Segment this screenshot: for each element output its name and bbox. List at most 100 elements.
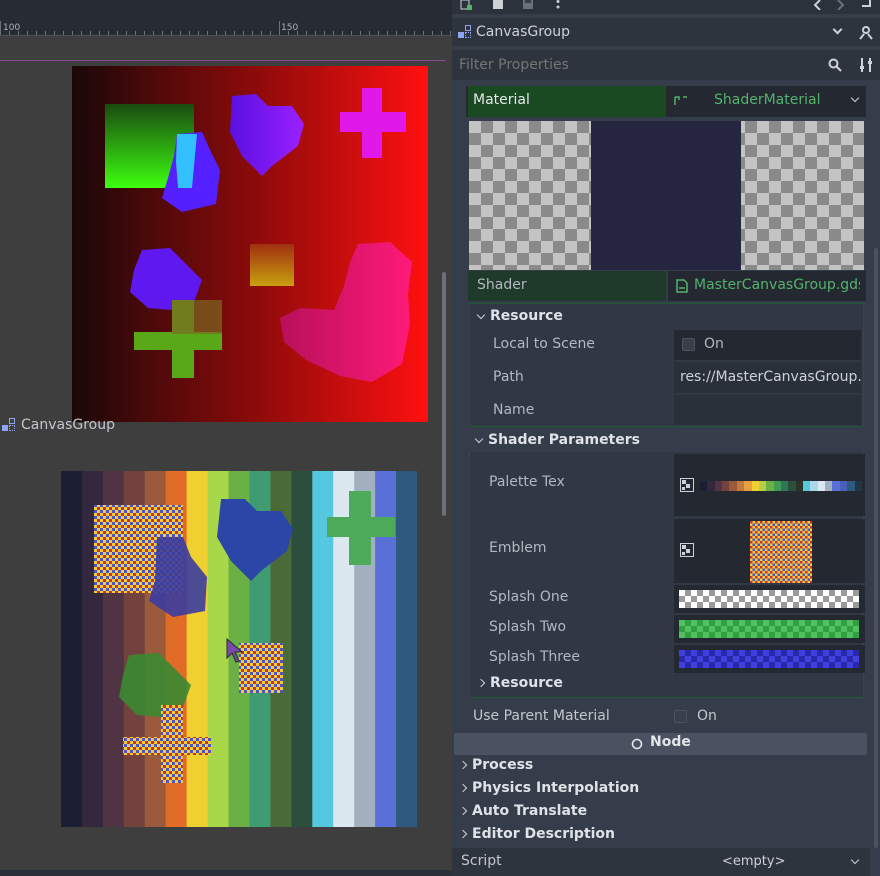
shader-params-resource-title: Resource xyxy=(490,675,563,691)
shader-params-box: Palette Tex Emblem Splash One Splash Two… xyxy=(469,452,865,698)
ruler-tick xyxy=(108,31,109,35)
shader-parameters-header[interactable]: Shader Parameters xyxy=(474,432,640,448)
node-name: CanvasGroup xyxy=(476,24,571,40)
splash-three-picker[interactable] xyxy=(674,645,865,673)
palette-swatch xyxy=(736,481,745,491)
ruler-tick xyxy=(243,31,244,35)
use-parent-material-label: Use Parent Material xyxy=(473,708,610,724)
ruler-tick xyxy=(252,31,253,35)
new-resource-icon[interactable] xyxy=(460,0,472,10)
chevron-down-icon[interactable] xyxy=(832,24,843,35)
history-icon[interactable] xyxy=(860,0,872,10)
path-field[interactable]: res://MasterCanvasGroup. xyxy=(674,362,862,393)
palette-swatch xyxy=(714,481,723,491)
auto-translate-section[interactable]: Auto Translate xyxy=(458,803,587,819)
palette-strip xyxy=(700,481,862,491)
scene-viewport[interactable]: 100 150 CanvasGroup xyxy=(0,0,452,876)
script-property-row: Script <empty> xyxy=(452,848,870,876)
node-label-text: CanvasGroup xyxy=(21,417,116,433)
name-label: Name xyxy=(493,402,535,418)
canvas-group-icon xyxy=(458,25,472,39)
ruler-tick xyxy=(225,31,226,35)
material-label: Material xyxy=(473,92,530,108)
emblem-picker[interactable] xyxy=(674,519,865,583)
splash-three-label: Splash Three xyxy=(489,649,580,665)
node-signals-icon[interactable] xyxy=(858,24,874,40)
palette-stripe xyxy=(396,471,417,827)
path-label: Path xyxy=(493,369,524,385)
script-label: Script xyxy=(461,853,502,869)
ruler-tick xyxy=(207,31,208,35)
splash-one-picker[interactable] xyxy=(674,585,865,613)
filter-properties-input[interactable] xyxy=(452,50,848,80)
node-selector[interactable]: CanvasGroup xyxy=(452,18,880,46)
script-value-picker[interactable]: <empty> xyxy=(672,848,868,876)
ruler-tick xyxy=(153,31,154,35)
inspector-toolbar xyxy=(452,0,880,14)
viewport-scrollbar[interactable] xyxy=(442,272,446,516)
palette-swatch xyxy=(788,481,796,491)
palette-swatch xyxy=(825,481,833,491)
palette-tex-label: Palette Tex xyxy=(489,474,565,490)
palette-swatch xyxy=(766,481,774,491)
chevron-down-icon[interactable] xyxy=(850,93,860,103)
forward-icon[interactable] xyxy=(834,0,846,10)
material-preview xyxy=(469,121,864,270)
material-value-box[interactable]: ShaderMaterial xyxy=(668,86,866,117)
texture-icon xyxy=(680,543,694,557)
ruler-tick xyxy=(171,31,172,35)
palette-stripe xyxy=(186,471,209,827)
ruler-tick xyxy=(180,31,181,35)
horizontal-ruler: 100 150 xyxy=(0,21,452,36)
use-parent-material-check[interactable] xyxy=(674,710,687,723)
physics-interpolation-label: Physics Interpolation xyxy=(472,780,640,796)
name-field[interactable] xyxy=(674,395,861,425)
palette-swatch xyxy=(773,481,781,491)
palette-swatch xyxy=(751,481,759,491)
save-resource-icon[interactable] xyxy=(522,0,534,10)
yellow-square xyxy=(250,244,294,286)
splash-two-picker[interactable] xyxy=(674,615,865,643)
inspector-panel: CanvasGroup Material ShaderMaterial Shad… xyxy=(452,0,880,876)
editor-description-section[interactable]: Editor Description xyxy=(458,826,615,842)
local-to-scene-checkbox[interactable]: On xyxy=(674,330,861,360)
tools-icon[interactable] xyxy=(858,57,874,73)
ruler-tick xyxy=(306,31,307,35)
canvas-group-preview-top xyxy=(72,66,428,422)
ruler-tick xyxy=(54,31,55,35)
physics-interpolation-section[interactable]: Physics Interpolation xyxy=(458,780,640,796)
local-to-scene-check[interactable] xyxy=(682,338,695,351)
palette-tex-picker[interactable] xyxy=(674,454,865,516)
chevron-right-icon xyxy=(458,806,468,816)
back-icon[interactable] xyxy=(812,0,824,10)
load-resource-icon[interactable] xyxy=(492,0,504,10)
shader-property-row: Shader MasterCanvasGroup.gdshader xyxy=(468,271,866,301)
ruler-tick xyxy=(432,31,433,35)
ruler-tick xyxy=(63,31,64,35)
viewport-bottom-edge xyxy=(0,870,452,876)
resource-section-header[interactable]: Resource xyxy=(476,308,563,324)
emblem-thumbnail xyxy=(750,521,812,583)
more-icon[interactable] xyxy=(552,0,564,10)
palette-stripe xyxy=(61,471,83,827)
ruler-tick xyxy=(126,31,127,35)
palette-swatch xyxy=(810,481,818,491)
ruler-tick xyxy=(90,31,91,35)
ruler-tick xyxy=(414,31,415,35)
ruler-tick xyxy=(9,31,10,35)
chevron-down-icon[interactable] xyxy=(850,855,860,865)
shader-params-resource-header[interactable]: Resource xyxy=(476,675,563,691)
use-parent-material-checkbox[interactable]: On xyxy=(672,705,862,729)
path-value: res://MasterCanvasGroup. xyxy=(680,369,862,385)
palette-swatch xyxy=(722,481,730,491)
shader-value-box[interactable]: MasterCanvasGroup.gdshader xyxy=(668,271,866,301)
ruler-tick xyxy=(315,31,316,35)
inspector-scrollbar[interactable] xyxy=(874,248,878,848)
chevron-right-icon xyxy=(458,783,468,793)
palette-swatch xyxy=(803,481,811,491)
canvas-group-node-label[interactable]: CanvasGroup xyxy=(2,416,115,434)
chevron-right-icon xyxy=(458,829,468,839)
revert-icon[interactable] xyxy=(673,95,689,107)
process-section[interactable]: Process xyxy=(458,757,533,773)
ruler-tick xyxy=(441,31,442,35)
